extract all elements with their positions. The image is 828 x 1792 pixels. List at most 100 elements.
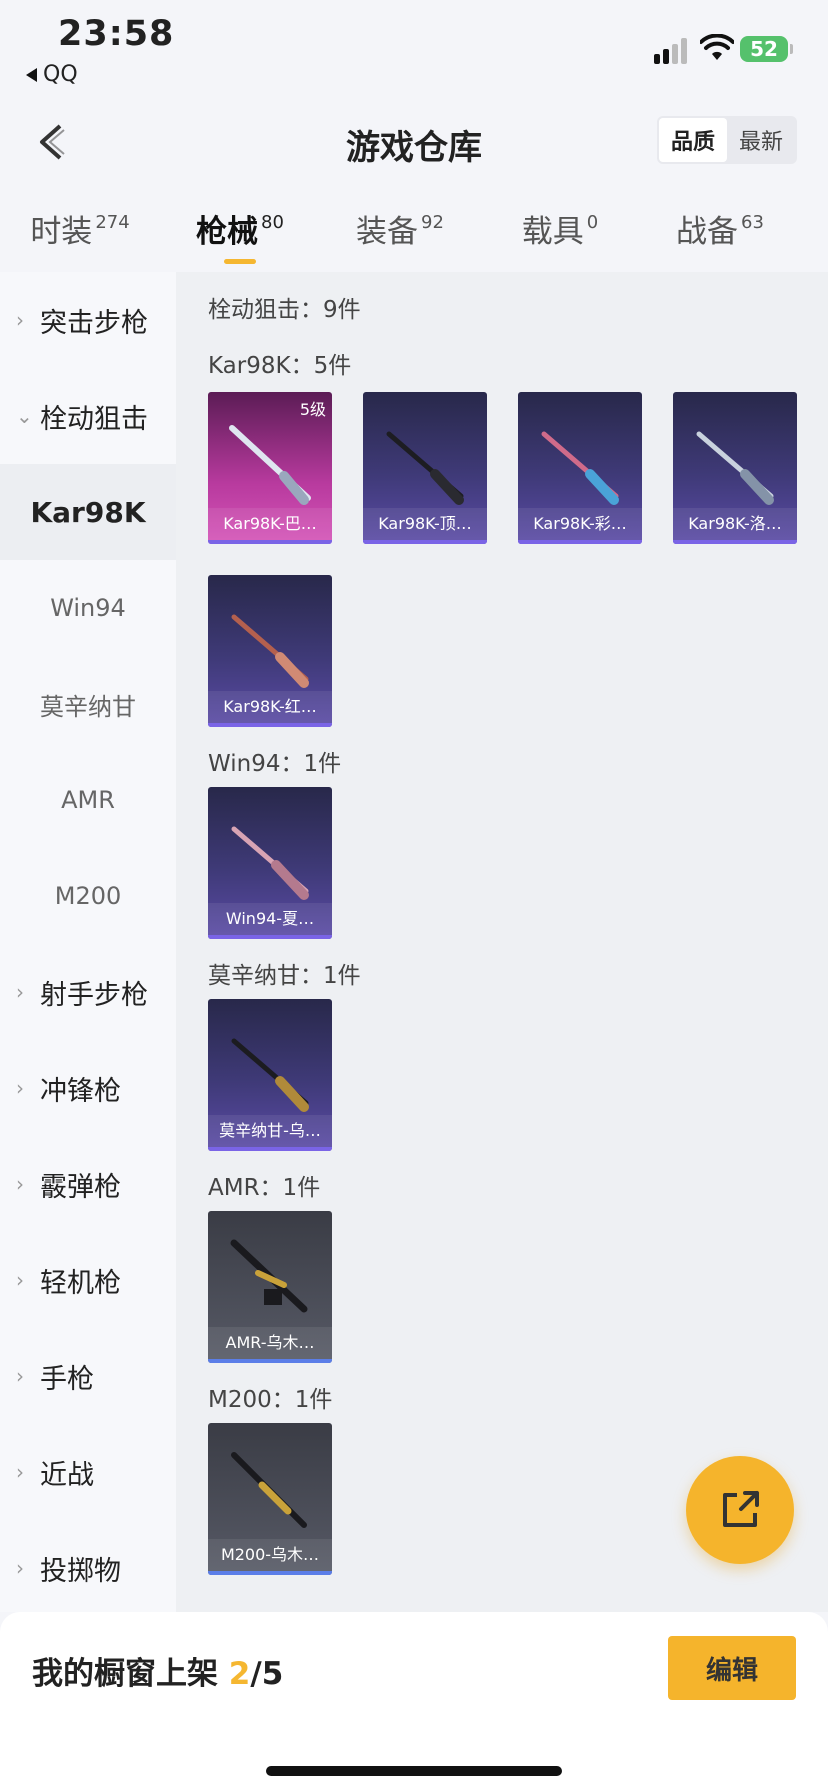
sidebar-item-lmg[interactable]: › 轻机枪 xyxy=(0,1232,176,1328)
rarity-bar xyxy=(208,1571,332,1575)
rifle-icon xyxy=(229,425,311,505)
rifle-icon xyxy=(230,1239,308,1313)
sidebar-item-assault-rifle[interactable]: › 突击步枪 xyxy=(0,272,176,368)
section-title-kar98k: Kar98K：5件 xyxy=(208,353,352,379)
group-title: 栓动狙击：9件 xyxy=(208,297,361,323)
showcase-total: /5 xyxy=(250,1656,284,1692)
tab-count: 63 xyxy=(741,212,764,233)
chevron-right-icon: › xyxy=(16,1556,24,1580)
tab-guns[interactable]: 枪械 80 xyxy=(160,196,320,270)
rifle-icon xyxy=(386,431,464,505)
item-name: Win94-夏… xyxy=(208,903,332,935)
item-card[interactable]: 莫辛纳甘-乌… xyxy=(208,999,332,1151)
sidebar-sub-amr[interactable]: AMR xyxy=(0,752,176,848)
rarity-bar xyxy=(208,723,332,727)
chevron-right-icon: › xyxy=(16,980,24,1004)
rarity-bar xyxy=(208,1147,332,1151)
sidebar-item-label: 突击步枪 xyxy=(40,307,148,339)
item-card[interactable]: AMR-乌木… xyxy=(208,1211,332,1363)
sidebar-item-label: 近战 xyxy=(40,1459,94,1491)
category-tabs: 时装 274 枪械 80 装备 92 载具 0 战备 63 xyxy=(0,196,828,270)
tab-count: 0 xyxy=(586,212,599,233)
item-name: 莫辛纳甘-乌… xyxy=(208,1115,332,1147)
tab-label: 时装 xyxy=(30,214,93,250)
sidebar-item-label: 霰弹枪 xyxy=(40,1171,121,1203)
edit-button[interactable]: 编辑 xyxy=(668,1636,796,1700)
section-title-amr: AMR：1件 xyxy=(208,1175,321,1201)
home-indicator[interactable] xyxy=(266,1766,562,1776)
chevron-right-icon: › xyxy=(16,308,24,332)
item-card[interactable]: Kar98K-红… xyxy=(208,575,332,727)
rifle-icon xyxy=(231,614,309,688)
sidebar-item-label: 轻机枪 xyxy=(40,1267,121,1299)
chevron-down-icon: ⌄ xyxy=(16,404,33,428)
tab-label: 枪械 xyxy=(196,214,259,250)
item-name: Kar98K-洛… xyxy=(673,508,797,540)
share-external-icon xyxy=(723,1491,759,1527)
sidebar-item-label: 手枪 xyxy=(40,1363,94,1395)
tab-vehicles[interactable]: 载具 0 xyxy=(480,196,640,270)
tab-count: 274 xyxy=(95,212,130,233)
clock: 23:58 xyxy=(58,14,175,54)
section-title-m200: M200：1件 xyxy=(208,1387,333,1413)
tab-count: 80 xyxy=(261,212,284,233)
item-name: Kar98K-红… xyxy=(208,691,332,723)
tab-skins[interactable]: 时装 274 xyxy=(0,196,160,270)
sidebar-item-throwables[interactable]: › 投掷物 xyxy=(0,1520,176,1616)
battery-icon: 52 xyxy=(740,36,793,62)
status-bar: 23:58 QQ 52 xyxy=(0,0,828,100)
weapon-list: 栓动狙击：9件 Kar98K：5件 5级 Kar98K-巴… Kar98K-顶…… xyxy=(176,272,828,1612)
tab-label: 战备 xyxy=(676,214,739,250)
rarity-bar xyxy=(673,540,797,544)
chevron-right-icon: › xyxy=(16,1076,24,1100)
tab-label: 载具 xyxy=(521,214,584,250)
back-to-app-link[interactable]: QQ xyxy=(26,62,78,87)
rarity-bar xyxy=(518,540,642,544)
rarity-bar xyxy=(208,1359,332,1363)
item-name: M200-乌木… xyxy=(208,1539,332,1571)
tab-label: 装备 xyxy=(356,214,419,250)
chevron-right-icon: › xyxy=(16,1172,24,1196)
item-card[interactable]: Kar98K-顶… xyxy=(363,392,487,544)
showcase-label: 我的橱窗上架 xyxy=(32,1656,229,1692)
sort-quality-button[interactable]: 品质 xyxy=(659,118,727,162)
battery-level: 52 xyxy=(750,37,778,61)
tab-supplies[interactable]: 战备 63 xyxy=(640,196,800,270)
sidebar-sub-m200[interactable]: M200 xyxy=(0,848,176,944)
rifle-icon xyxy=(696,431,774,505)
back-app-label: QQ xyxy=(43,62,78,87)
rifle-icon xyxy=(231,1452,307,1528)
sidebar-item-bolt-sniper[interactable]: ⌄ 栓动狙击 xyxy=(0,368,176,464)
sidebar-item-label: 冲锋枪 xyxy=(40,1075,121,1107)
cellular-signal-icon xyxy=(654,38,688,64)
showcase-bar: 我的橱窗上架 2/5 编辑 xyxy=(0,1612,828,1792)
item-card[interactable]: Kar98K-洛… xyxy=(673,392,797,544)
item-name: Kar98K-巴… xyxy=(208,508,332,540)
item-card[interactable]: Kar98K-彩… xyxy=(518,392,642,544)
sidebar-sub-win94[interactable]: Win94 xyxy=(0,560,176,656)
back-triangle-icon xyxy=(26,67,37,82)
tab-equipment[interactable]: 装备 92 xyxy=(320,196,480,270)
chevron-right-icon: › xyxy=(16,1364,24,1388)
sidebar-sub-mosin[interactable]: 莫辛纳甘 xyxy=(0,656,176,752)
item-card[interactable]: M200-乌木… xyxy=(208,1423,332,1575)
rarity-bar xyxy=(363,540,487,544)
sidebar-item-label: 投掷物 xyxy=(40,1555,121,1587)
sidebar-item-smg[interactable]: › 冲锋枪 xyxy=(0,1040,176,1136)
sidebar-item-shotgun[interactable]: › 霰弹枪 xyxy=(0,1136,176,1232)
share-button[interactable] xyxy=(686,1456,794,1564)
sort-newest-button[interactable]: 最新 xyxy=(727,118,795,162)
section-title-win94: Win94：1件 xyxy=(208,751,342,777)
item-card[interactable]: 5级 Kar98K-巴… xyxy=(208,392,332,544)
item-name: Kar98K-彩… xyxy=(518,508,642,540)
showcase-count: 我的橱窗上架 2/5 xyxy=(32,1648,283,1693)
item-card[interactable]: Win94-夏… xyxy=(208,787,332,939)
rifle-icon xyxy=(231,826,309,900)
section-title-mosin: 莫辛纳甘：1件 xyxy=(208,963,361,989)
sidebar-item-pistol[interactable]: › 手枪 xyxy=(0,1328,176,1424)
rifle-icon xyxy=(231,1038,309,1112)
sidebar-item-marksman[interactable]: › 射手步枪 xyxy=(0,944,176,1040)
sidebar-sub-kar98k[interactable]: Kar98K xyxy=(0,464,176,560)
sort-toggle: 品质 最新 xyxy=(657,116,797,164)
sidebar-item-melee[interactable]: › 近战 xyxy=(0,1424,176,1520)
